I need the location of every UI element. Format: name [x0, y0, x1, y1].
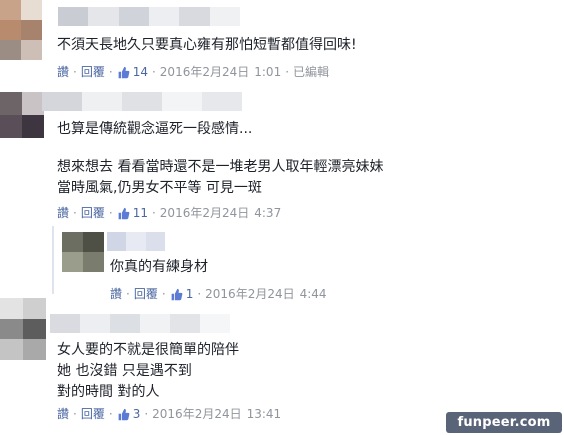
comment-line: 也算是傳統觀念逼死一段感情... [57, 121, 253, 137]
comment-text: 不須天長地久只要真心雍有那怕短暫都值得回味! [57, 35, 357, 56]
watermark-badge: funpeer.com [446, 412, 562, 433]
thumbs-up-icon [118, 408, 130, 420]
avatar[interactable] [0, 0, 42, 60]
comment-line: 當時風氣,仍男女不平等 可見一斑 [57, 180, 262, 196]
timestamp-time[interactable]: 13:41 [247, 406, 282, 422]
comment-line: 她 也沒錯 只是遇不到 [57, 363, 192, 379]
thumbs-up-icon [118, 66, 130, 78]
commenter-name[interactable] [42, 92, 242, 111]
like-link[interactable]: 讚 [57, 64, 69, 80]
like-count[interactable]: 11 [117, 205, 148, 221]
comment-line: 女人要的不就是很簡單的陪伴 [57, 342, 239, 358]
avatar[interactable] [0, 298, 46, 360]
timestamp-time[interactable]: 1:01 [254, 64, 281, 80]
edited-label: 已編輯 [293, 65, 330, 79]
commenter-name[interactable] [50, 314, 230, 333]
comment-text: 你真的有練身材 [110, 257, 208, 278]
comment-line: 對的時間 對的人 [57, 384, 160, 400]
reply-thread-line [52, 226, 54, 294]
comment-text: 女人要的不就是很簡單的陪伴 她 也沒錯 只是遇不到 對的時間 對的人 [57, 340, 239, 403]
like-link[interactable]: 讚 [57, 406, 69, 422]
like-count[interactable]: 1 [170, 286, 193, 302]
comment-actions: 讚 · 回覆 · 11 · 2016年2月24日 4:37 [57, 205, 282, 221]
reply-link[interactable]: 回覆 [134, 286, 158, 302]
timestamp-time[interactable]: 4:37 [254, 205, 281, 221]
commenter-name[interactable] [58, 7, 240, 26]
reply-link[interactable]: 回覆 [81, 205, 105, 221]
timestamp-date[interactable]: 2016年2月24日 [160, 205, 249, 221]
comment-actions: 讚 · 回覆 · 14 · 2016年2月24日 1:01 · 已編輯 [57, 64, 330, 80]
comment-line: 不須天長地久只要真心雍有那怕短暫都值得回味! [57, 37, 357, 53]
timestamp-date[interactable]: 2016年2月24日 [205, 286, 294, 302]
thumbs-up-icon [118, 207, 130, 219]
timestamp-date[interactable]: 2016年2月24日 [152, 406, 241, 422]
like-count[interactable]: 14 [117, 64, 148, 80]
timestamp-time[interactable]: 4:44 [300, 286, 327, 302]
like-count[interactable]: 3 [117, 406, 140, 422]
avatar[interactable] [0, 92, 44, 138]
comment-actions: 讚 · 回覆 · 3 · 2016年2月24日 13:41 [57, 406, 282, 422]
commenter-name[interactable] [107, 232, 165, 251]
comment-line [57, 140, 383, 157]
comment-line: 你真的有練身材 [110, 259, 208, 275]
avatar[interactable] [62, 232, 104, 272]
reply-link[interactable]: 回覆 [81, 64, 105, 80]
reply-link[interactable]: 回覆 [81, 406, 105, 422]
comment-actions: 讚 · 回覆 · 1 · 2016年2月24日 4:44 [110, 286, 327, 302]
like-link[interactable]: 讚 [57, 205, 69, 221]
comment-text: 也算是傳統觀念逼死一段感情... 想來想去 看看當時還不是一堆老男人取年輕漂亮妹… [57, 119, 383, 199]
comment-line: 想來想去 看看當時還不是一堆老男人取年輕漂亮妹妹 [57, 159, 384, 175]
thumbs-up-icon [171, 288, 183, 300]
timestamp-date[interactable]: 2016年2月24日 [160, 64, 249, 80]
like-link[interactable]: 讚 [110, 286, 122, 302]
